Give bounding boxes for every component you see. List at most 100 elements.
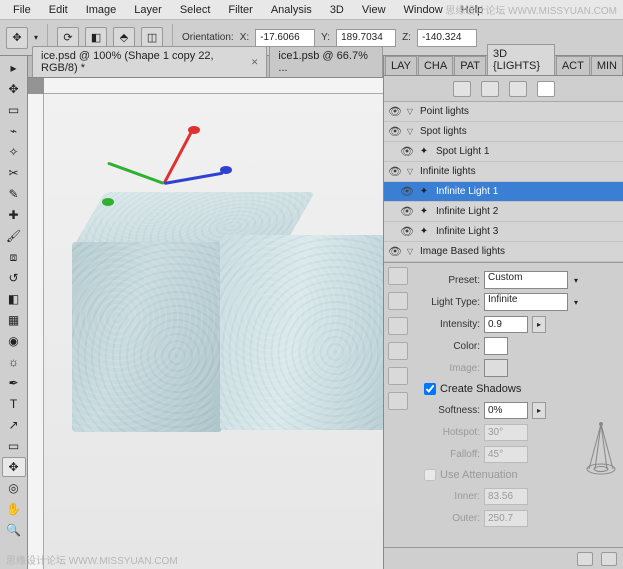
tool-crop[interactable]: ✂ <box>2 163 26 183</box>
group-image-based-lights[interactable]: 👁▽Image Based lights <box>384 242 623 262</box>
footer-new-icon[interactable] <box>577 552 593 566</box>
filter-material-icon[interactable] <box>509 81 527 97</box>
footer-trash-icon[interactable] <box>601 552 617 566</box>
eye-icon[interactable]: 👁 <box>386 123 404 141</box>
eye-icon[interactable]: 👁 <box>398 223 416 241</box>
tab-3d-lights[interactable]: 3D {LIGHTS} <box>487 44 555 75</box>
menu-analysis[interactable]: Analysis <box>262 2 321 18</box>
eye-icon[interactable]: 👁 <box>386 103 404 121</box>
ruler-vertical <box>28 94 44 569</box>
eye-icon[interactable]: 👁 <box>398 143 416 161</box>
tool-type[interactable]: T <box>2 394 26 414</box>
tab-channels[interactable]: CHA <box>418 56 453 75</box>
3d-filter-icons <box>384 76 623 102</box>
light-infinite-3[interactable]: 👁✦Infinite Light 3 <box>384 222 623 242</box>
ruler-horizontal <box>44 78 383 94</box>
softness-value[interactable]: 0% <box>484 402 528 419</box>
watermark-top: 思缘设计论坛 WWW.MISSYUAN.COM <box>445 2 617 17</box>
menu-select[interactable]: Select <box>171 2 220 18</box>
hotspot-value: 30° <box>484 424 528 441</box>
lighttype-label: Light Type: <box>414 297 480 308</box>
y-label: Y: <box>321 32 330 43</box>
lights-list: 👁▽Point lights 👁▽Spot lights 👁✦Spot Ligh… <box>384 102 623 263</box>
tool-move[interactable]: ✥ <box>2 79 26 99</box>
tab-paths[interactable]: PAT <box>454 56 486 75</box>
light-infinite-2[interactable]: 👁✦Infinite Light 2 <box>384 202 623 222</box>
side-icon-6[interactable] <box>388 392 408 410</box>
tool-eyedropper[interactable]: ✎ <box>2 184 26 204</box>
group-label: Image Based lights <box>416 246 623 257</box>
ice-cube-render <box>72 192 352 472</box>
tool-gradient[interactable]: ▦ <box>2 310 26 330</box>
tool-3d-rotate[interactable]: ✥ <box>2 457 26 477</box>
softness-label: Softness: <box>414 405 480 416</box>
tool-stamp[interactable]: ⧈ <box>2 247 26 267</box>
side-icon-4[interactable] <box>388 342 408 360</box>
close-icon[interactable]: ✕ <box>251 57 259 68</box>
tool-path[interactable]: ↗ <box>2 415 26 435</box>
y-value[interactable]: 189.7034 <box>336 29 396 47</box>
outer-label: Outer: <box>414 513 480 524</box>
tool-blur[interactable]: ◉ <box>2 331 26 351</box>
filter-scene-icon[interactable] <box>453 81 471 97</box>
light-infinite-1[interactable]: 👁✦Infinite Light 1 <box>384 182 623 202</box>
inner-label: Inner: <box>414 491 480 502</box>
eye-icon[interactable]: 👁 <box>386 163 404 181</box>
intensity-value[interactable]: 0.9 <box>484 316 528 333</box>
intensity-stepper[interactable]: ▸ <box>532 316 546 333</box>
side-icon-3[interactable] <box>388 317 408 335</box>
light-spot-1[interactable]: 👁✦Spot Light 1 <box>384 142 623 162</box>
current-tool-icon[interactable]: ✥ <box>6 27 28 49</box>
menu-layer[interactable]: Layer <box>125 2 171 18</box>
tool-lasso[interactable]: ⌁ <box>2 121 26 141</box>
doc-tab-0[interactable]: ice.psd @ 100% (Shape 1 copy 22, RGB/8) … <box>32 46 267 77</box>
tool-collapse-icon[interactable]: ▸ <box>2 58 26 78</box>
tool-pen[interactable]: ✒ <box>2 373 26 393</box>
x-value[interactable]: -17.6066 <box>255 29 315 47</box>
tool-wand[interactable]: ✧ <box>2 142 26 162</box>
eye-icon[interactable]: 👁 <box>398 183 416 201</box>
menu-image[interactable]: Image <box>77 2 126 18</box>
eye-icon[interactable]: 👁 <box>386 243 404 261</box>
tool-history[interactable]: ↺ <box>2 268 26 288</box>
tool-marquee[interactable]: ▭ <box>2 100 26 120</box>
doc-tab-1[interactable]: ice1.psb @ 66.7% ... <box>269 46 383 77</box>
panels: LAY CHA PAT 3D {LIGHTS} ACT MIN 👁▽Point … <box>383 56 623 569</box>
tab-min[interactable]: MIN <box>591 56 623 75</box>
menu-file[interactable]: File <box>4 2 40 18</box>
group-spot-lights[interactable]: 👁▽Spot lights <box>384 122 623 142</box>
z-value[interactable]: -140.324 <box>417 29 477 47</box>
menu-window[interactable]: Window <box>395 2 452 18</box>
x-label: X: <box>240 32 249 43</box>
tool-3d-camera[interactable]: ◎ <box>2 478 26 498</box>
filter-mesh-icon[interactable] <box>481 81 499 97</box>
lighttype-select[interactable]: Infinite <box>484 293 568 311</box>
tool-zoom[interactable]: 🔍 <box>2 520 26 540</box>
tool-eraser[interactable]: ◧ <box>2 289 26 309</box>
tab-actions[interactable]: ACT <box>556 56 590 75</box>
filter-lights-icon[interactable] <box>537 81 555 97</box>
menu-view[interactable]: View <box>353 2 395 18</box>
tab-layers[interactable]: LAY <box>385 56 417 75</box>
side-icon-1[interactable] <box>388 267 408 285</box>
document-tabs: ice.psd @ 100% (Shape 1 copy 22, RGB/8) … <box>28 56 383 78</box>
softness-stepper[interactable]: ▸ <box>532 402 546 419</box>
tool-dodge[interactable]: ☼ <box>2 352 26 372</box>
canvas[interactable] <box>44 94 383 569</box>
tool-heal[interactable]: ✚ <box>2 205 26 225</box>
group-infinite-lights[interactable]: 👁▽Infinite lights <box>384 162 623 182</box>
color-swatch[interactable] <box>484 337 508 355</box>
group-label: Point lights <box>416 106 623 117</box>
tool-brush[interactable]: 🖌 <box>2 226 26 246</box>
tool-shape[interactable]: ▭ <box>2 436 26 456</box>
side-icon-2[interactable] <box>388 292 408 310</box>
group-point-lights[interactable]: 👁▽Point lights <box>384 102 623 122</box>
menu-edit[interactable]: Edit <box>40 2 77 18</box>
menu-3d[interactable]: 3D <box>321 2 353 18</box>
tool-hand[interactable]: ✋ <box>2 499 26 519</box>
menu-filter[interactable]: Filter <box>219 2 261 18</box>
eye-icon[interactable]: 👁 <box>398 203 416 221</box>
preset-select[interactable]: Custom <box>484 271 568 289</box>
side-icon-5[interactable] <box>388 367 408 385</box>
create-shadows-checkbox[interactable] <box>424 383 436 395</box>
